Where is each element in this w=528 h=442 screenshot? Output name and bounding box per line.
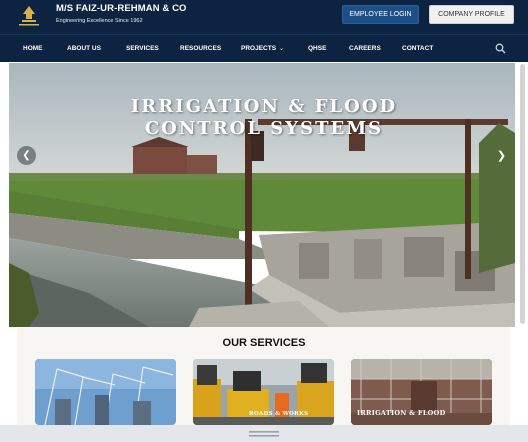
- hero-slider[interactable]: IRRIGATION & FLOOD CONTROL SYSTEMS ❮ ❯: [9, 63, 515, 327]
- service-card-image: [35, 359, 176, 425]
- chevron-right-icon[interactable]: ❯: [492, 146, 511, 165]
- company-logo-icon[interactable]: [13, 4, 45, 28]
- chevron-down-icon: ⌄: [279, 46, 285, 52]
- nav-item-qhse[interactable]: QHSE: [308, 35, 326, 62]
- brand-title: M/S FAIZ-UR-REHMAN & CO: [56, 3, 187, 14]
- main-nav: HOME ABOUT US SERVICES RESOURCES PROJECT…: [0, 34, 528, 62]
- service-card-caption: IRRIGATION & FLOOD: [357, 409, 446, 417]
- drag-handle-icon[interactable]: [249, 430, 279, 438]
- company-profile-button[interactable]: COMPANY PROFILE: [429, 5, 514, 24]
- chevron-left-icon[interactable]: ❮: [17, 146, 36, 165]
- nav-item-services[interactable]: SERVICES: [126, 35, 159, 62]
- nav-item-home[interactable]: HOME: [23, 35, 43, 62]
- brand-tagline: Engineering Excellence Since 1962: [56, 18, 143, 24]
- search-icon[interactable]: [495, 43, 506, 54]
- service-card-irrigation[interactable]: IRRIGATION & FLOOD: [351, 359, 492, 425]
- hero-title-line1: IRRIGATION & FLOOD: [130, 96, 398, 117]
- service-card-roads[interactable]: ROADS & WORKS: [193, 359, 334, 425]
- nav-item-resources[interactable]: RESOURCES: [180, 35, 221, 62]
- scrollbar-thumb[interactable]: [520, 64, 525, 324]
- nav-item-contact[interactable]: CONTACT: [402, 35, 433, 62]
- service-card-caption: ROADS & WORKS: [249, 411, 309, 417]
- employee-login-button[interactable]: EMPLOYEE LOGIN: [342, 5, 419, 24]
- nav-item-careers[interactable]: CAREERS: [349, 35, 381, 62]
- hero-title-line2: CONTROL SYSTEMS: [144, 118, 384, 139]
- hero-title: IRRIGATION & FLOOD CONTROL SYSTEMS: [129, 96, 399, 140]
- services-heading: OUR SERVICES: [222, 337, 306, 349]
- top-header: M/S FAIZ-UR-REHMAN & CO Engineering Exce…: [0, 0, 528, 34]
- bottom-drawer-bar[interactable]: [0, 425, 528, 442]
- nav-item-about-us[interactable]: ABOUT US: [67, 35, 101, 62]
- nav-item-projects[interactable]: PROJECTS ⌄: [241, 35, 284, 62]
- nav-item-projects-label: PROJECTS: [241, 45, 277, 52]
- service-card-construction[interactable]: [35, 359, 176, 425]
